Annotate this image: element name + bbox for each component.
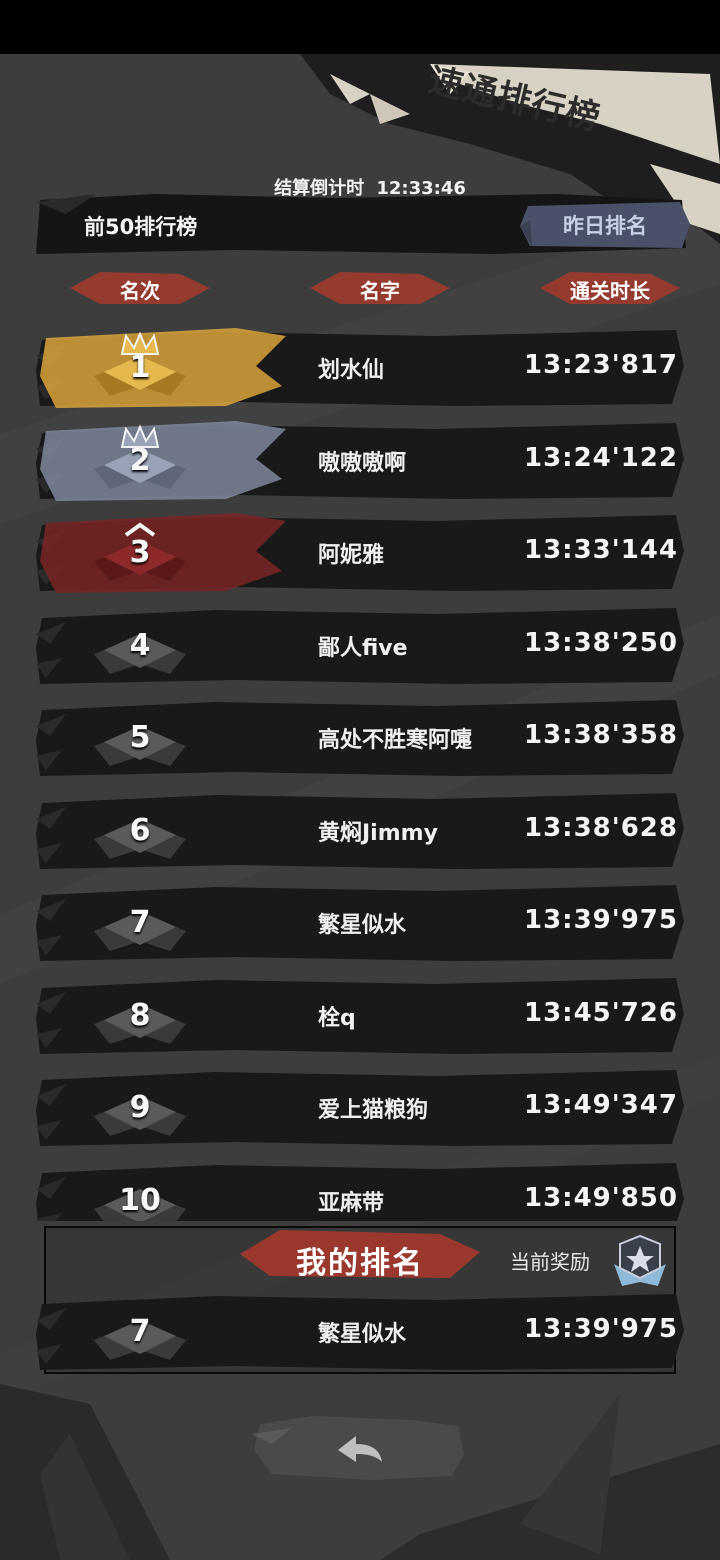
leaderboard-row: 7 繁星似水 13:39'975 bbox=[36, 1290, 686, 1376]
reward-badge-icon[interactable] bbox=[608, 1234, 672, 1290]
clear-time: 13:39'975 bbox=[524, 1314, 678, 1344]
clear-time: 13:38'250 bbox=[524, 628, 678, 658]
rank-number: 9 bbox=[129, 1090, 151, 1125]
status-bar bbox=[0, 0, 720, 54]
player-name: 阿妮雅 bbox=[318, 543, 385, 568]
rank-number: 4 bbox=[129, 628, 151, 663]
rank-badge: 9 bbox=[90, 1070, 190, 1146]
leaderboard-row: 5 高处不胜寒阿嚏 13:38'358 bbox=[36, 696, 686, 782]
player-name: 嗷嗷嗷啊 bbox=[318, 451, 407, 476]
chevron-up-icon bbox=[124, 522, 156, 537]
leaderboard-row: 9 爱上猫粮狗 13:49'347 bbox=[36, 1066, 686, 1152]
rank-badge: 6 bbox=[90, 793, 190, 869]
player-name: 繁星似水 bbox=[318, 1322, 407, 1347]
rank-number: 7 bbox=[129, 905, 151, 940]
player-name: 栓q bbox=[318, 1006, 356, 1031]
rank-number: 6 bbox=[129, 813, 151, 848]
leaderboard-row: 3 阿妮雅 13:33'144 bbox=[36, 511, 686, 597]
clear-time: 13:39'975 bbox=[524, 905, 678, 935]
column-rank-label: 名次 bbox=[120, 279, 160, 303]
player-name: 爱上猫粮狗 bbox=[318, 1098, 429, 1123]
column-header-name: 名字 bbox=[310, 266, 450, 310]
clear-time: 13:23'817 bbox=[524, 350, 678, 380]
player-name: 黄焖Jimmy bbox=[318, 821, 438, 846]
rank-badge: 2 bbox=[90, 423, 190, 499]
yesterday-ranking-label: 昨日排名 bbox=[563, 214, 647, 238]
rank-number: 10 bbox=[119, 1183, 161, 1218]
rank-number: 8 bbox=[129, 998, 151, 1033]
column-time-label: 通关时长 bbox=[570, 279, 650, 303]
rank-number: 2 bbox=[129, 443, 151, 478]
rank-badge: 10 bbox=[90, 1163, 190, 1221]
column-name-label: 名字 bbox=[360, 279, 400, 303]
top50-title: 前50排行榜 bbox=[84, 215, 198, 239]
leaderboard-row: 8 栓q 13:45'726 bbox=[36, 974, 686, 1060]
leaderboard-row: 4 鄙人five 13:38'250 bbox=[36, 604, 686, 690]
player-name: 亚麻带 bbox=[318, 1191, 385, 1216]
clear-time: 13:38'628 bbox=[524, 813, 678, 843]
rank-badge: 3 bbox=[90, 515, 190, 591]
column-header-time: 通关时长 bbox=[540, 266, 680, 310]
leaderboard-row: 7 繁星似水 13:39'975 bbox=[36, 881, 686, 967]
clear-time: 13:45'726 bbox=[524, 998, 678, 1028]
rank-badge: 4 bbox=[90, 608, 190, 684]
rank-number: 1 bbox=[129, 350, 151, 385]
rank-badge: 5 bbox=[90, 700, 190, 776]
player-name: 划水仙 bbox=[318, 358, 385, 383]
leaderboard-row: 2 嗷嗷嗷啊 13:24'122 bbox=[36, 419, 686, 505]
column-header-rank: 名次 bbox=[70, 266, 210, 310]
leaderboard-row: 10 亚麻带 13:49'850 bbox=[36, 1159, 686, 1221]
player-name: 高处不胜寒阿嚏 bbox=[318, 728, 473, 753]
clear-time: 13:33'144 bbox=[524, 535, 678, 565]
leaderboard-row: 6 黄焖Jimmy 13:38'628 bbox=[36, 789, 686, 875]
clear-time: 13:38'358 bbox=[524, 720, 678, 750]
back-button[interactable] bbox=[252, 1414, 466, 1482]
rank-number: 7 bbox=[129, 1314, 151, 1349]
rank-number: 3 bbox=[129, 535, 151, 570]
rank-badge: 1 bbox=[90, 330, 190, 406]
my-ranking-title: 我的排名 bbox=[296, 1246, 424, 1281]
clear-time: 13:49'850 bbox=[524, 1183, 678, 1213]
clear-time: 13:49'347 bbox=[524, 1090, 678, 1120]
rank-number: 5 bbox=[129, 720, 151, 755]
clear-time: 13:24'122 bbox=[524, 443, 678, 473]
yesterday-ranking-button[interactable]: 昨日排名 bbox=[520, 200, 690, 250]
player-name: 鄙人five bbox=[318, 636, 408, 661]
rank-badge: 7 bbox=[90, 885, 190, 961]
leaderboard-row: 1 划水仙 13:23'817 bbox=[36, 326, 686, 412]
rank-badge: 8 bbox=[90, 978, 190, 1054]
current-reward-label: 当前奖励 bbox=[510, 1250, 590, 1274]
rank-badge: 7 bbox=[90, 1294, 190, 1370]
player-name: 繁星似水 bbox=[318, 913, 407, 938]
